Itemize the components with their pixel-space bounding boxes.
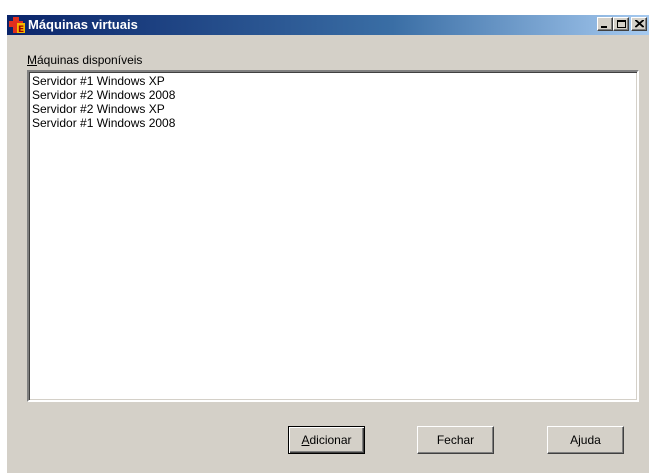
list-item[interactable]: Servidor #1 Windows XP <box>32 74 634 88</box>
close-dialog-button-label: Fechar <box>436 433 475 447</box>
caption-buttons <box>597 17 647 31</box>
help-button-label: Ajuda <box>570 433 601 447</box>
list-label-accelerator: M <box>27 53 37 67</box>
title-bar[interactable]: E Máquinas virtuais <box>7 15 649 35</box>
list-item[interactable]: Servidor #1 Windows 2008 <box>32 116 634 130</box>
app-cross-e-icon: E <box>9 17 25 35</box>
maximize-button[interactable] <box>613 17 629 31</box>
list-label: Máquinas disponíveis <box>27 53 142 67</box>
maximize-icon <box>617 20 626 28</box>
list-item[interactable]: Servidor #2 Windows 2008 <box>32 88 634 102</box>
help-button[interactable]: Ajuda <box>547 426 624 454</box>
dialog-window: E Máquinas virtuais Máquinas disponíveis… <box>6 14 649 473</box>
svg-text:E: E <box>18 25 24 33</box>
close-dialog-button[interactable]: Fechar <box>417 426 494 454</box>
list-item[interactable]: Servidor #2 Windows XP <box>32 102 634 116</box>
list-label-text: áquinas disponíveis <box>37 53 143 67</box>
minimize-button[interactable] <box>597 17 613 31</box>
add-button-accelerator: A <box>301 433 310 447</box>
add-button[interactable]: Adicionar <box>288 426 365 454</box>
window-title: Máquinas virtuais <box>28 17 138 32</box>
add-button-label: dicionar <box>309 433 352 447</box>
virtual-machines-listbox[interactable]: Servidor #1 Windows XP Servidor #2 Windo… <box>27 70 639 402</box>
close-icon <box>635 20 644 28</box>
close-button[interactable] <box>631 17 647 31</box>
minimize-icon <box>601 26 607 28</box>
